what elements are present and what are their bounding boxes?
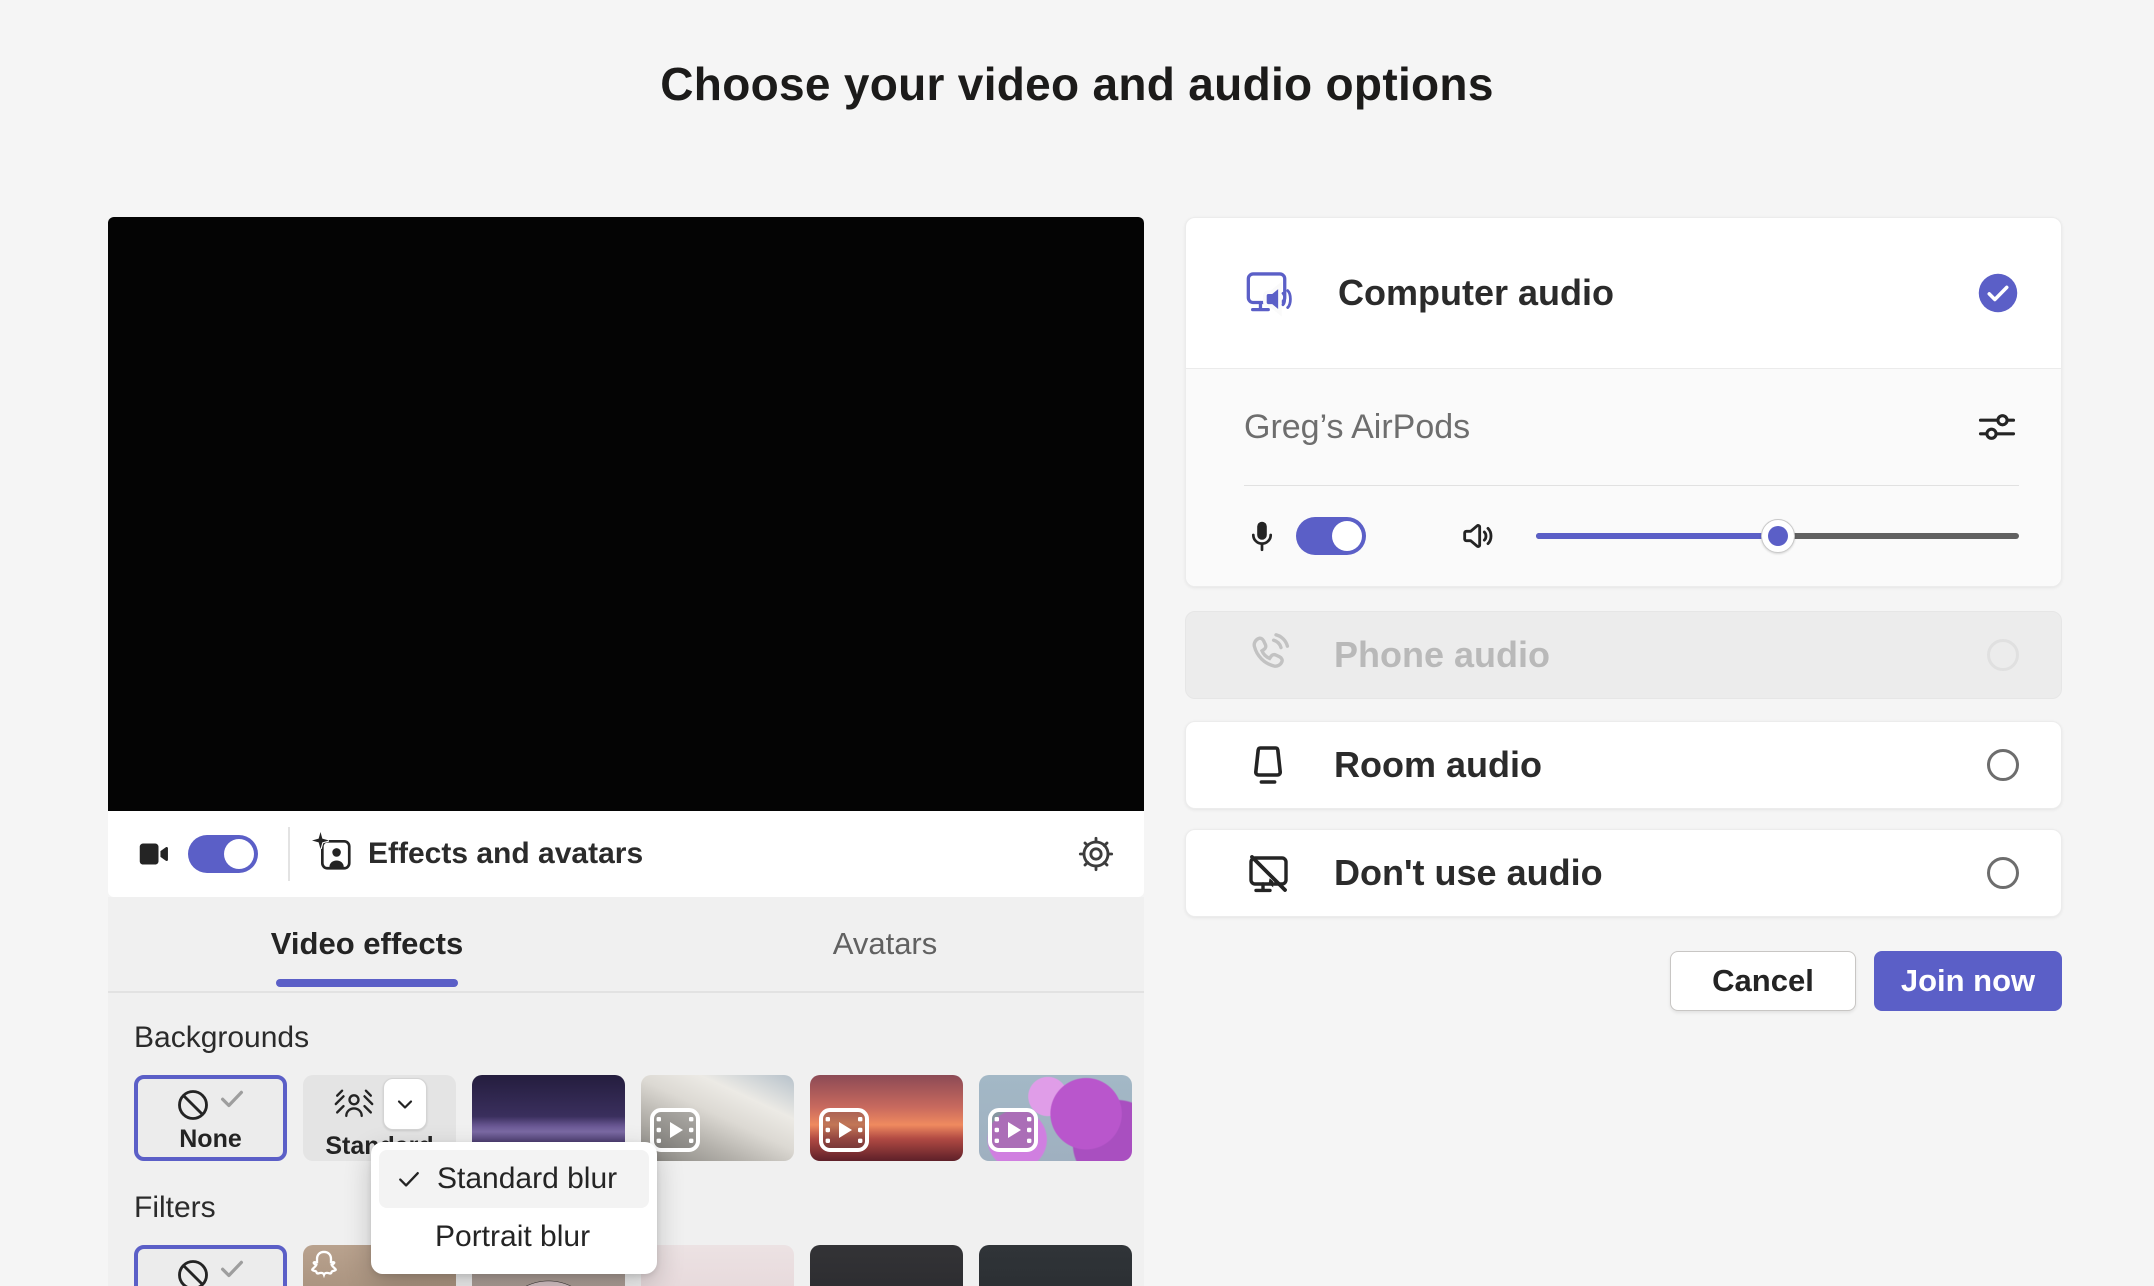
video-control-bar: Effects and avatars: [108, 811, 1144, 897]
video-badge-icon: [818, 1107, 870, 1153]
effects-tabs: Video effects Avatars: [108, 897, 1144, 993]
video-badge-icon: [649, 1107, 701, 1153]
dont-use-audio-radio[interactable]: [1987, 857, 2019, 889]
checkmark-icon: [217, 1083, 247, 1113]
check-icon: [395, 1165, 423, 1193]
mic-icon: [1244, 518, 1280, 554]
backgrounds-section-label: Backgrounds: [134, 1021, 310, 1054]
tab-video-effects-label: Video effects: [270, 926, 464, 961]
room-audio-icon: [1244, 741, 1292, 789]
camera-toggle-knob: [224, 839, 254, 869]
tab-avatars[interactable]: Avatars: [626, 897, 1144, 991]
menu-item-portrait-blur[interactable]: Portrait blur: [379, 1208, 649, 1266]
blur-options-menu: Standard blur Portrait blur: [371, 1142, 657, 1274]
filter-tile-teal-wave[interactable]: [979, 1245, 1132, 1286]
chevron-down-icon: [393, 1092, 417, 1116]
blur-icon: [333, 1085, 375, 1123]
background-tile-pink-flowers[interactable]: [979, 1075, 1132, 1161]
mic-toggle-knob: [1332, 521, 1362, 551]
menu-item-standard-blur[interactable]: Standard blur: [379, 1150, 649, 1208]
room-audio-card: Room audio: [1185, 721, 2062, 809]
camera-icon: [136, 836, 172, 872]
gear-icon[interactable]: [1076, 834, 1116, 874]
cancel-button[interactable]: Cancel: [1670, 951, 1856, 1011]
prohibited-icon: [175, 1257, 211, 1286]
phone-audio-radio: [1987, 639, 2019, 671]
option-room-audio-label: Room audio: [1334, 744, 1542, 785]
effects-avatars-label: Effects and avatars: [368, 837, 644, 870]
checkmark-icon: [217, 1253, 247, 1283]
filter-tile-pink-blossom[interactable]: [641, 1245, 794, 1286]
option-phone-audio[interactable]: Phone audio: [1186, 612, 2061, 698]
check-circle-icon: [1977, 272, 2019, 314]
dialog-actions: Cancel Join now: [1185, 951, 2062, 1011]
join-now-button[interactable]: Join now: [1874, 951, 2062, 1011]
computer-audio-icon: [1244, 268, 1296, 318]
phone-audio-card: Phone audio: [1185, 611, 2062, 699]
filter-tile-purple-wave[interactable]: [810, 1245, 963, 1286]
room-audio-radio[interactable]: [1987, 749, 2019, 781]
camera-toggle[interactable]: [188, 835, 258, 873]
no-audio-card: Don't use audio: [1185, 829, 2062, 917]
video-column: Effects and avatars Video effects Avatar…: [108, 217, 1144, 1286]
video-badge-icon: [987, 1107, 1039, 1153]
background-tile-coral-clouds[interactable]: [810, 1075, 963, 1161]
video-preview: [108, 217, 1144, 811]
speaker-icon: [1458, 516, 1498, 556]
computer-audio-card: Computer audio Greg’s AirPods: [1185, 217, 2062, 587]
blur-options-button[interactable]: [382, 1077, 427, 1130]
control-bar-divider: [288, 827, 290, 881]
phone-icon: [1244, 631, 1292, 679]
background-tile-none-label: None: [179, 1124, 242, 1153]
audio-device-name: Greg’s AirPods: [1244, 407, 1471, 446]
volume-slider-thumb[interactable]: [1760, 519, 1795, 553]
tab-avatars-label: Avatars: [832, 926, 938, 961]
snapchat-ghost-icon: [309, 1249, 339, 1281]
option-room-audio[interactable]: Room audio: [1186, 722, 2061, 808]
page-title: Choose your video and audio options: [660, 58, 1494, 110]
prohibited-icon: [175, 1087, 211, 1123]
menu-item-label: Portrait blur: [435, 1220, 591, 1253]
volume-slider[interactable]: [1536, 519, 2019, 553]
tab-video-effects[interactable]: Video effects: [108, 897, 626, 991]
audio-settings-icon[interactable]: [1975, 405, 2019, 449]
no-audio-icon: [1244, 849, 1292, 897]
option-computer-audio-label: Computer audio: [1338, 272, 1614, 313]
mic-toggle[interactable]: [1296, 517, 1366, 555]
active-tab-indicator: [276, 979, 458, 987]
option-phone-audio-label: Phone audio: [1334, 634, 1550, 675]
background-tile-none[interactable]: None: [134, 1075, 287, 1161]
filter-tile-none[interactable]: None: [134, 1245, 287, 1286]
option-computer-audio[interactable]: Computer audio: [1186, 218, 2061, 368]
pre-join-dialog: Choose your video and audio options Effe…: [0, 0, 2154, 1286]
option-dont-use-audio-label: Don't use audio: [1334, 852, 1603, 893]
device-settings-section: Greg’s AirPods: [1186, 368, 2061, 586]
menu-item-label: Standard blur: [437, 1162, 618, 1195]
volume-slider-fill: [1536, 533, 1778, 539]
option-dont-use-audio[interactable]: Don't use audio: [1186, 830, 2061, 916]
background-tile-white-clouds[interactable]: [641, 1075, 794, 1161]
audio-column: Computer audio Greg’s AirPods Phone audi…: [1185, 217, 2062, 1011]
effects-avatars-icon[interactable]: [312, 832, 354, 873]
